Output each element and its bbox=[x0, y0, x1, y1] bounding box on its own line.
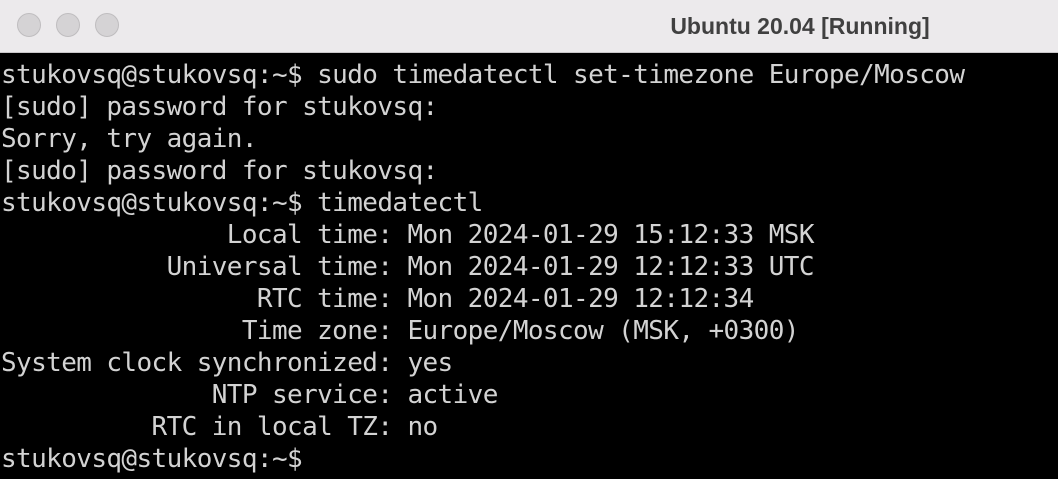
window-title: Ubuntu 20.04 [Running] bbox=[670, 13, 930, 39]
terminal-prompt[interactable]: stukovsq@stukovsq:~$ bbox=[1, 443, 964, 475]
terminal-line: RTC in local TZ: no bbox=[1, 412, 439, 442]
terminal-line: stukovsq@stukovsq:~$ sudo timedatectl se… bbox=[1, 60, 965, 90]
terminal-output: stukovsq@stukovsq:~$ sudo timedatectl se… bbox=[1, 59, 965, 475]
zoom-window-button[interactable] bbox=[95, 13, 119, 37]
terminal-line: stukovsq@stukovsq:~$ timedatectl bbox=[1, 188, 483, 218]
terminal-line: Local time: Mon 2024-01-29 15:12:33 MSK bbox=[1, 220, 815, 250]
terminal-line: Universal time: Mon 2024-01-29 12:12:33 … bbox=[1, 252, 815, 282]
terminal-line: RTC time: Mon 2024-01-29 12:12:34 bbox=[1, 284, 754, 314]
terminal-line: [sudo] password for stukovsq: bbox=[1, 156, 438, 186]
terminal-line: [sudo] password for stukovsq: bbox=[1, 92, 438, 122]
minimize-window-button[interactable] bbox=[56, 13, 80, 37]
terminal-screen[interactable]: stukovsq@stukovsq:~$ sudo timedatectl se… bbox=[0, 54, 1058, 479]
close-window-button[interactable] bbox=[17, 13, 41, 37]
terminal-line: System clock synchronized: yes bbox=[1, 348, 453, 378]
terminal-line: NTP service: active bbox=[1, 380, 499, 410]
terminal-line: Sorry, try again. bbox=[1, 124, 258, 154]
terminal-line: Time zone: Europe/Moscow (MSK, +0300) bbox=[1, 316, 800, 346]
vm-window: Ubuntu 20.04 [Running] stukovsq@stukovsq… bbox=[0, 0, 1058, 479]
title-bar[interactable]: Ubuntu 20.04 [Running] bbox=[0, 0, 1058, 53]
